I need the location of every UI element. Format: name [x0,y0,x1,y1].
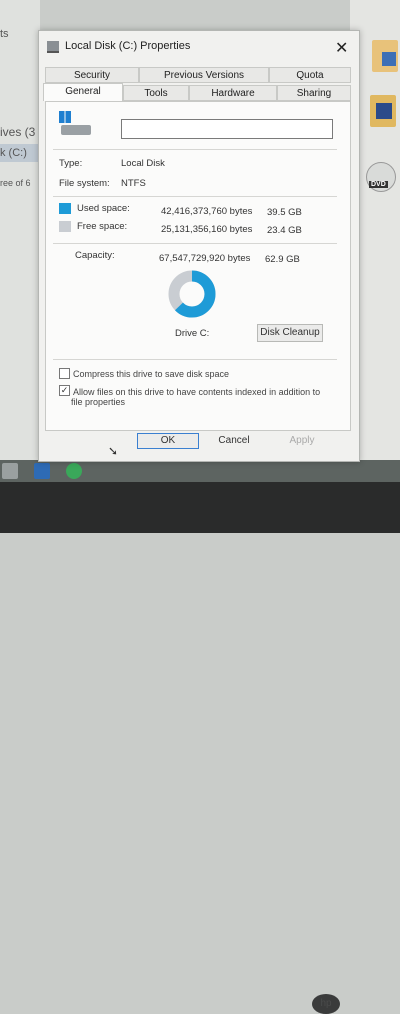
divider [53,359,337,360]
capacity-gb: 62.9 GB [265,254,300,265]
free-space-label: Free space: [77,221,128,232]
mouse-pointer-icon: ➘ [108,444,119,458]
dvd-label: DVD [369,181,388,188]
drive-title-icon [47,41,59,53]
capacity-bytes: 67,547,729,920 bytes [159,253,251,264]
tab-tools[interactable]: Tools [123,85,189,101]
tab-previous-versions[interactable]: Previous Versions [139,67,269,83]
tab-hardware[interactable]: Hardware [189,85,277,101]
drive-name-input[interactable] [121,119,333,139]
title-bar[interactable]: Local Disk (C:) Properties ✕ [39,31,359,61]
laptop-bezel: hp [0,482,400,1014]
tab-security[interactable]: Security [45,67,139,83]
used-space-swatch [59,203,71,214]
type-value: Local Disk [121,158,165,169]
dvd-drive-icon[interactable]: DVD [366,162,396,192]
dialog-title: Local Disk (C:) Properties [65,40,191,52]
divider [53,196,337,197]
taskbar-app-icon[interactable] [2,463,18,479]
apply-button[interactable]: Apply [271,433,333,449]
free-space-gb: 23.4 GB [267,225,302,236]
type-label: Type: [59,158,83,169]
bg-text: k (C:) [0,147,27,159]
hard-drive-icon [61,125,91,135]
divider [53,149,337,150]
compress-label: Compress this drive to save disk space [73,369,230,379]
bg-text: ree of 6 [0,178,31,188]
free-space-bytes: 25,131,356,160 bytes [161,224,253,235]
properties-dialog: Local Disk (C:) Properties ✕ Security Pr… [38,30,360,462]
file-system-value: NTFS [121,178,146,189]
disk-usage-donut [168,270,216,318]
drive-caption: Drive C: [175,328,210,339]
chrome-icon[interactable] [66,463,82,479]
general-tab-panel [45,101,351,431]
explorer-window-edge: ts ives (3 k (C:) ree of 6 [0,0,40,460]
hp-logo-icon: hp [312,994,340,1014]
word-icon[interactable] [34,463,50,479]
index-label-line2: file properties [71,397,126,407]
tab-quota[interactable]: Quota [269,67,351,83]
bg-text: ts [0,28,9,40]
tab-general[interactable]: General [43,83,123,101]
capacity-label: Capacity: [75,250,115,261]
used-space-bytes: 42,416,373,760 bytes [161,206,253,217]
windows-logo-icon [59,111,71,123]
document-icon[interactable] [372,40,398,72]
index-checkbox[interactable]: ✓ [59,385,70,396]
file-system-label: File system: [59,178,110,189]
cancel-button[interactable]: Cancel [203,433,265,449]
bg-text: ives (3 [0,125,36,139]
compress-checkbox[interactable] [59,368,70,379]
free-space-swatch [59,221,71,232]
media-file-icon[interactable] [370,95,396,127]
ok-button[interactable]: OK [137,433,199,449]
close-icon[interactable]: ✕ [335,41,348,57]
disk-cleanup-button[interactable]: Disk Cleanup [257,324,323,342]
used-space-label: Used space: [77,203,130,214]
taskbar [0,460,400,482]
divider [53,243,337,244]
tab-sharing[interactable]: Sharing [277,85,351,101]
used-space-gb: 39.5 GB [267,207,302,218]
